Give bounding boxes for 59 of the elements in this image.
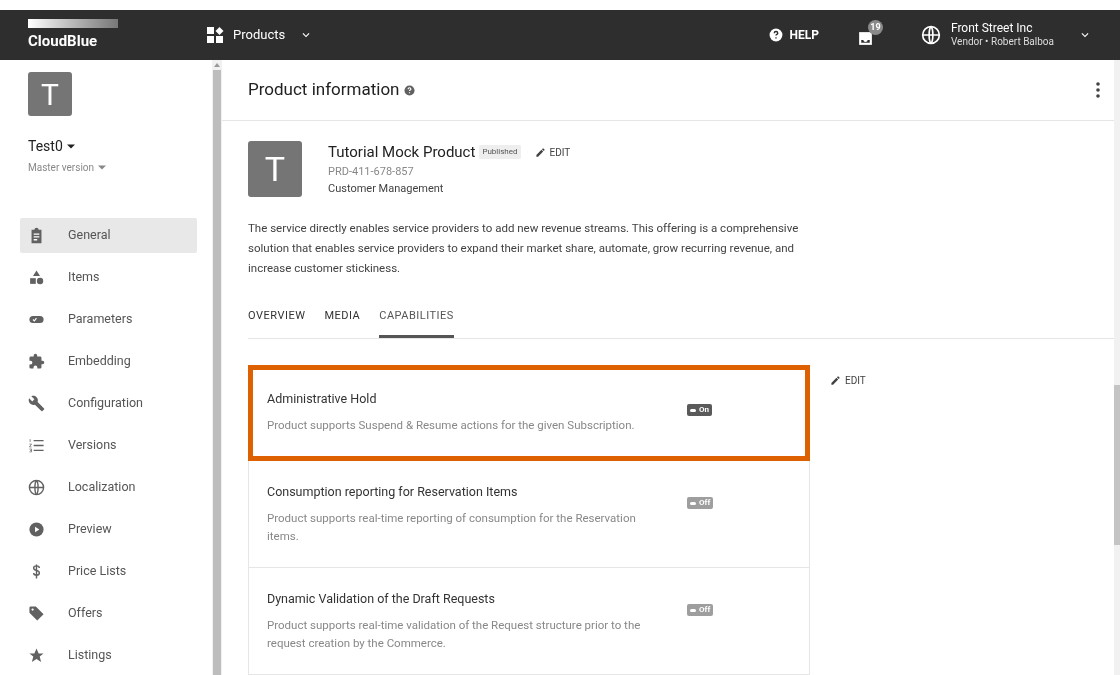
nav-item[interactable]: Parameters xyxy=(20,302,197,337)
more-icon xyxy=(1096,82,1100,98)
product-name: Tutorial Mock Product xyxy=(328,142,476,163)
nav-item[interactable]: Listings xyxy=(20,638,197,673)
nav-item[interactable]: Items xyxy=(20,260,197,295)
version-switcher[interactable]: Master version xyxy=(28,160,107,175)
pencil-icon xyxy=(534,146,546,158)
capability-description: Product supports real-time validation of the Request structure prior to the request creation by the Commerce. xyxy=(267,617,642,652)
grid-icon xyxy=(207,27,225,43)
capability-title: Administrative Hold xyxy=(267,390,378,408)
wrench-icon xyxy=(28,395,45,412)
notification-badge: 19 xyxy=(867,20,883,35)
inbox-icon xyxy=(856,30,874,47)
status-badge: Published xyxy=(479,145,521,160)
capability-description: Product supports Suspend & Resume actions for the given Subscription. xyxy=(267,417,636,434)
help-button[interactable]: HELP xyxy=(769,26,819,44)
tab[interactable]: OVERVIEW xyxy=(248,307,306,338)
nav-item[interactable]: Localization xyxy=(20,470,197,505)
product-category: Customer Management xyxy=(328,180,445,197)
product-avatar: T xyxy=(28,72,72,116)
logo[interactable]: CloudBlue xyxy=(28,19,118,51)
puzzle-icon xyxy=(28,353,45,370)
caret-icon xyxy=(98,165,107,170)
help-icon xyxy=(769,28,784,42)
globe-icon xyxy=(28,479,45,496)
capability-description: Product supports real-time reporting of consumption for the Reservation items. xyxy=(267,510,637,545)
product-switcher[interactable]: Test0 xyxy=(28,136,75,157)
capability-title: Dynamic Validation of the Draft Requests xyxy=(267,590,496,608)
product-avatar: T xyxy=(248,141,302,197)
edit-button[interactable]: EDIT xyxy=(534,144,571,160)
capability-title: Consumption reporting for Reservation Items xyxy=(267,483,519,501)
star-icon xyxy=(28,647,45,664)
products-menu[interactable]: Products xyxy=(207,25,314,45)
scrollbar[interactable] xyxy=(212,60,222,675)
page-title: Product information xyxy=(248,78,400,102)
nav-item[interactable]: Preview xyxy=(20,512,197,547)
shapes-icon xyxy=(28,269,45,286)
edit-button[interactable]: EDIT xyxy=(830,373,866,388)
pencil-icon xyxy=(830,375,841,386)
nav-item[interactable]: Price Lists xyxy=(20,554,197,589)
play-icon xyxy=(28,521,45,538)
nav-item[interactable]: Offers xyxy=(20,596,197,631)
caret-icon xyxy=(66,144,75,149)
tab[interactable]: CAPABILITIES xyxy=(379,307,454,338)
numbered-list-icon xyxy=(28,437,45,454)
scroll-up-arrow-icon[interactable] xyxy=(214,63,220,67)
product-description: The service directly enables service providers to add new revenue streams. This offering is a comprehensive solution that enables service providers to expand their market share, automate, grow recurring revenue, and increase customer stickiness. xyxy=(248,219,800,277)
account-menu[interactable]: Front Street Inc Vendor • Robert Balboa xyxy=(920,22,1092,48)
help-icon xyxy=(404,84,416,96)
scrollbar[interactable] xyxy=(1114,60,1120,675)
nav-item[interactable]: General xyxy=(20,218,197,253)
nav-item[interactable]: Configuration xyxy=(20,386,197,421)
globe-icon xyxy=(920,25,941,45)
nav-item[interactable]: Embedding xyxy=(20,344,197,379)
tab[interactable]: MEDIA xyxy=(324,307,361,338)
product-id: PRD-411-678-857 xyxy=(328,163,415,180)
tag-icon xyxy=(28,605,45,622)
nav-item[interactable]: Versions xyxy=(20,428,197,463)
toggle-status[interactable]: On xyxy=(687,404,712,416)
